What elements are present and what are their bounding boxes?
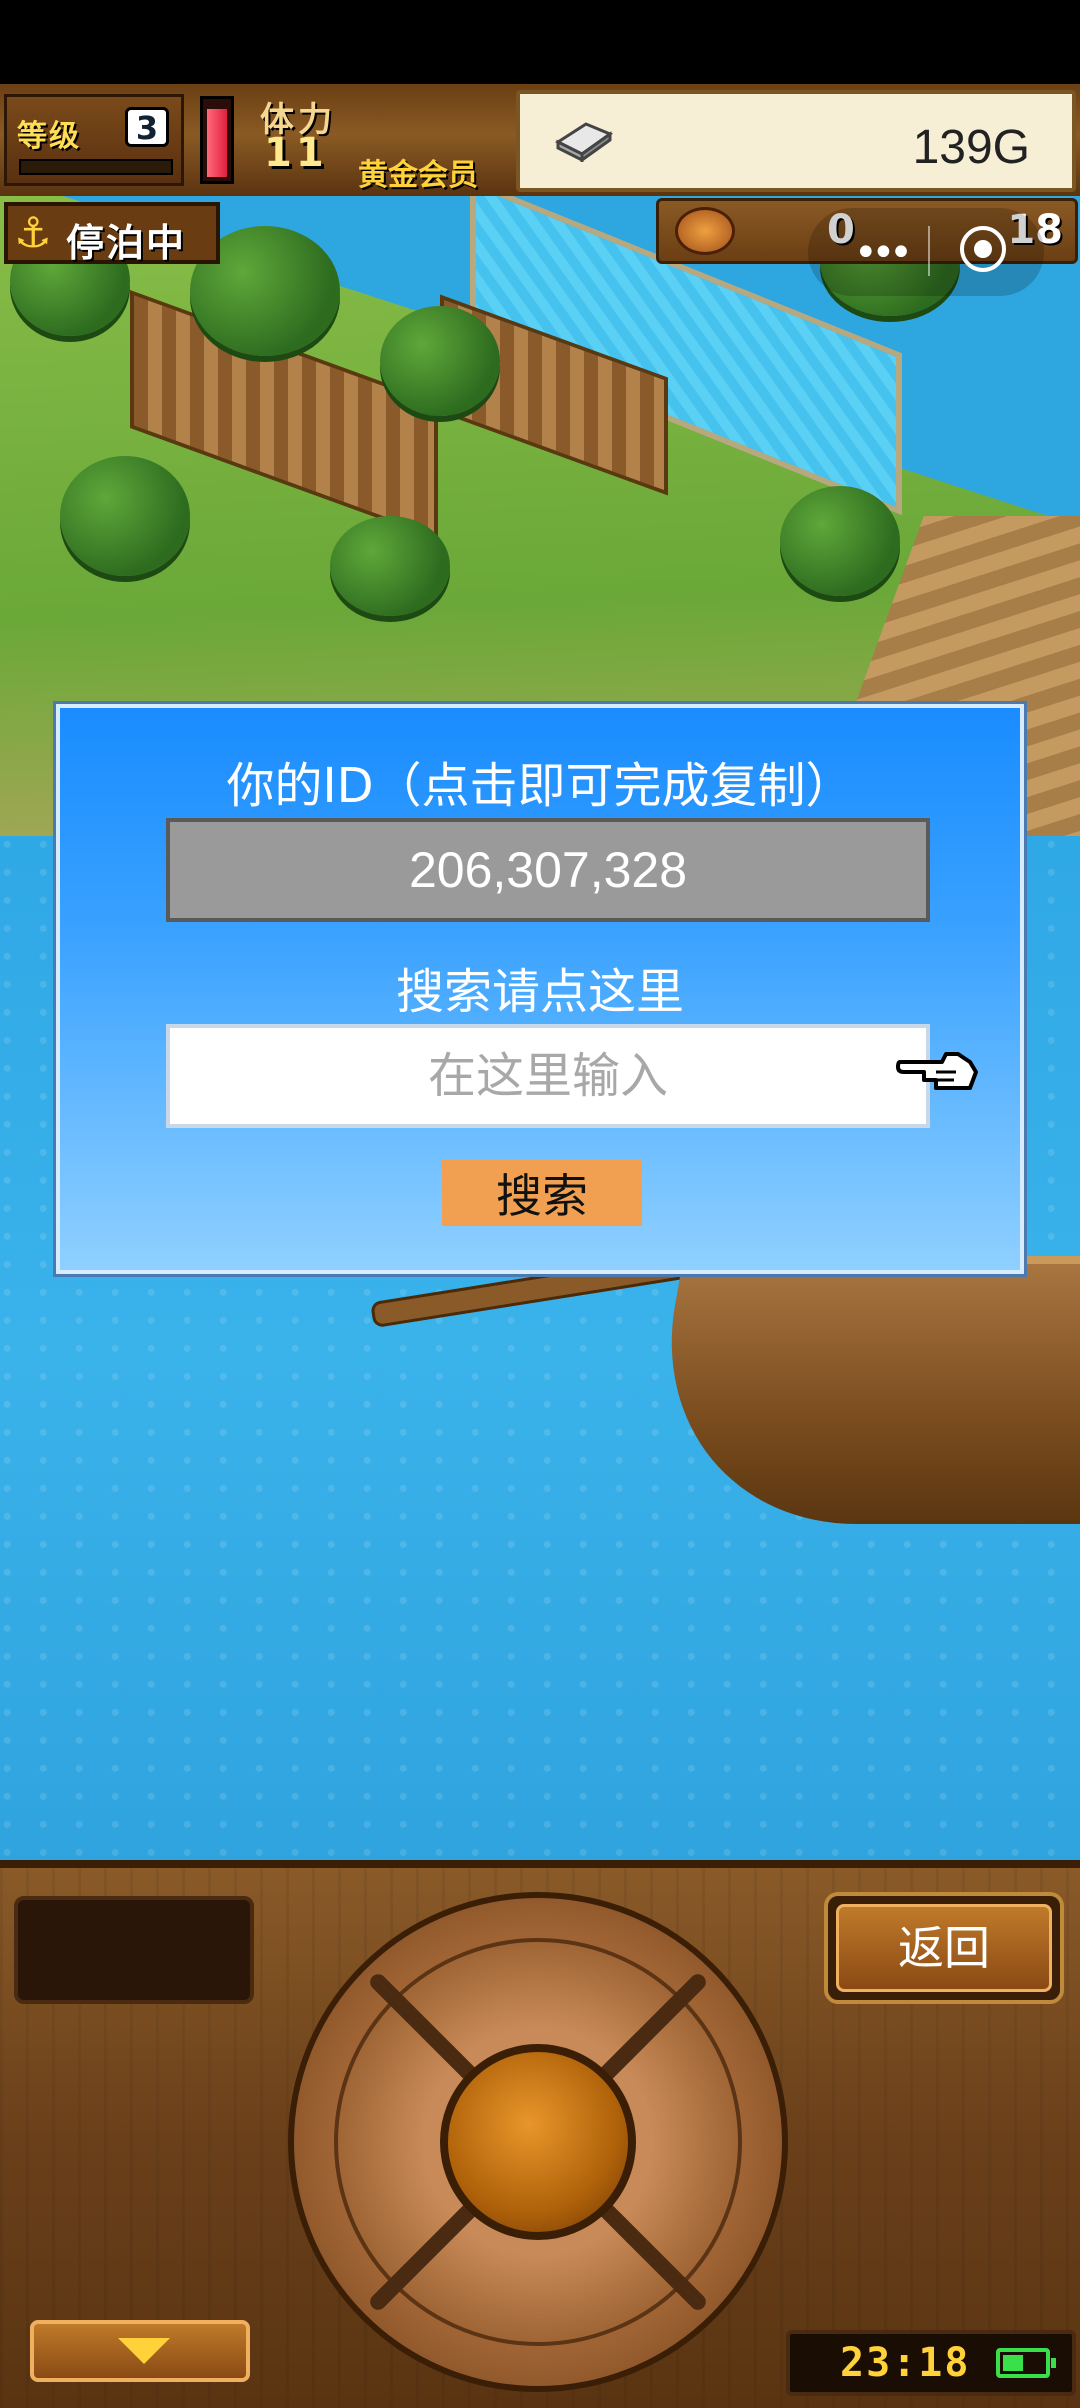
top-hud: 等级 3 体力 11 黄金会员 139G [0,84,1080,200]
silver-bar-icon [554,122,614,162]
moored-status: ⚓ 停泊中 [4,202,220,265]
level-value: 3 [125,107,169,147]
stamina-value: 11 [264,130,328,176]
more-icon[interactable]: ••• [854,230,913,276]
search-input[interactable] [166,1024,930,1128]
stamina-gauge-fill [207,108,227,177]
stamina-gauge [200,96,234,184]
anchor-icon: ⚓ [14,208,52,257]
capsule-divider [928,226,930,276]
pointing-hand-icon [896,1052,978,1090]
status-bar [0,0,1080,84]
arrow-down-icon [118,2338,170,2364]
level-label: 等级 [17,119,81,154]
back-button[interactable]: 返回 [824,1892,1064,2004]
user-id-copy-box[interactable]: 206,307,328 [166,818,930,922]
battery-icon [996,2348,1056,2378]
level-panel: 等级 3 [4,94,184,186]
close-target-icon[interactable] [960,226,1006,272]
clock-time: 23:18 [840,2340,971,2386]
food-icon [675,207,735,255]
dialog-title: 你的ID（点击即可完成复制） [226,758,854,814]
empty-slot [14,1896,254,2004]
tree [60,456,190,576]
search-hint: 搜索请点这里 [395,964,684,1020]
menu-toggle-button[interactable] [30,2320,250,2382]
membership-badge: 黄金会员 [358,158,478,193]
tree [780,486,900,596]
gold-panel[interactable]: 139G [516,90,1076,192]
control-panel: 返回 23:18 [0,1860,1080,2408]
exp-bar [19,159,173,175]
tree [380,306,500,416]
moored-label: 停泊中 [66,221,187,265]
miniprogram-capsule: ••• [808,208,1044,296]
search-button[interactable]: 搜索 [442,1160,642,1226]
gold-amount: 139G [912,121,1030,174]
directional-pad[interactable] [288,1892,788,2392]
clock-display: 23:18 [786,2330,1076,2396]
tree [330,516,450,616]
stamina-panel: 体力 11 黄金会员 [250,86,510,194]
dpad-center-button[interactable] [440,2044,636,2240]
id-search-dialog: 你的ID（点击即可完成复制） 206,307,328 搜索请点这里 搜索 [56,704,1024,1274]
back-button-label: 返回 [836,1904,1052,1992]
